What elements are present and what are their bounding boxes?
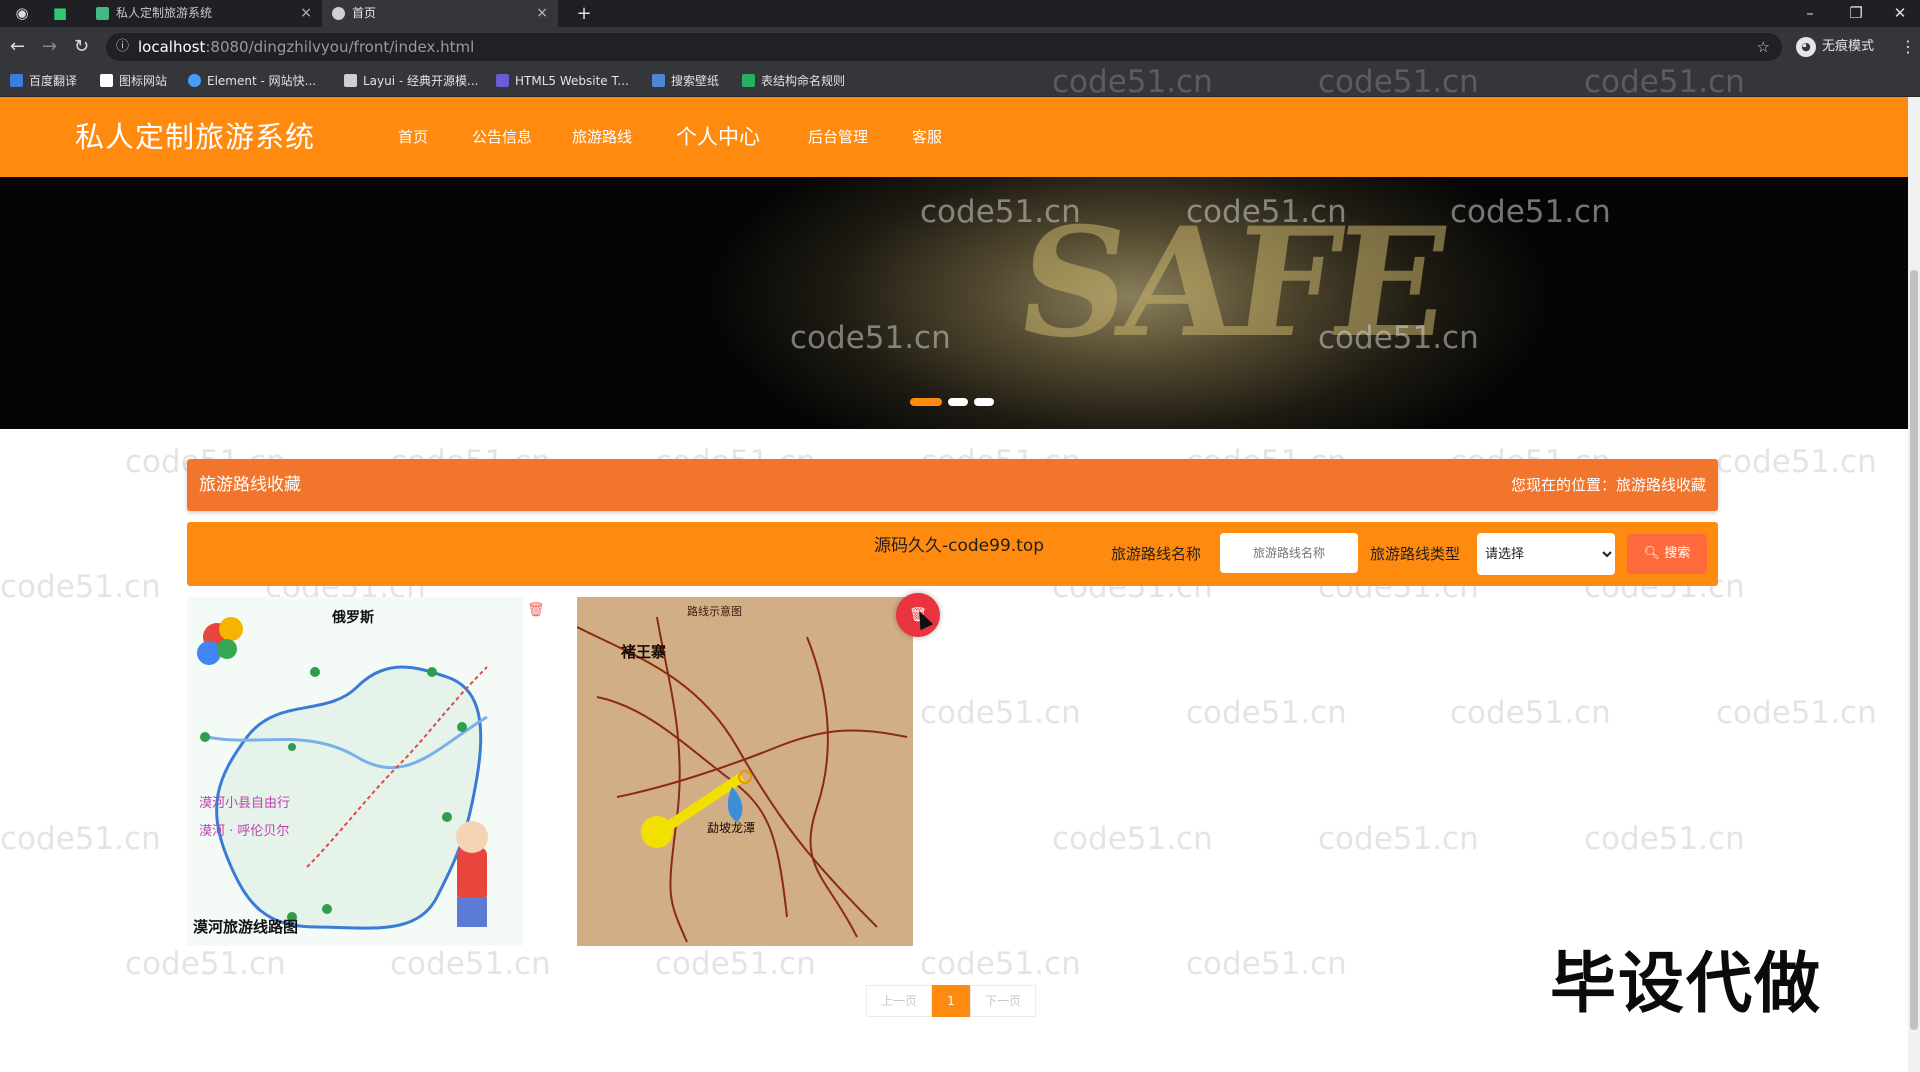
info-icon[interactable]: ⓘ [116,33,129,61]
tab-title: 私人定制旅游系统 [116,6,213,20]
bookmarks-bar: 百度翻译 图标网站 Element - 网站快... Layui - 经典开源模… [0,67,1920,97]
watermark: code51.cn [1186,695,1347,731]
prev-page-button[interactable]: 上一页 [866,985,932,1017]
scrollbar-thumb[interactable] [1910,270,1918,1030]
globe-icon [332,7,345,20]
reload-icon[interactable]: ↻ [74,27,89,67]
overlay-watermark-text: 毕设代做 [1550,945,1822,1022]
nav-announcements[interactable]: 公告信息 [472,97,532,177]
browser-tab-strip: ◉ ■ 私人定制旅游系统 × 首页 × + – ❐ ✕ [0,0,1920,27]
watermark: code51.cn [1318,821,1479,857]
back-icon[interactable]: ← [10,27,25,67]
route-map-image: 俄罗斯 漠河小县自由行 漠河 · 呼伦贝尔 漠河旅游线路图 [187,597,523,946]
route-type-label: 旅游路线类型 [1370,545,1461,563]
browser-menu-icon[interactable]: ◉ [12,0,32,27]
bookmark-baidu-fanyi[interactable]: 百度翻译 [10,67,77,96]
banner-image-text: SAFE [1007,195,1454,371]
breadcrumb[interactable]: 您现在的位置：旅游路线收藏 [1511,459,1706,511]
map-title: 俄罗斯 [331,609,374,626]
translate-icon [10,74,23,87]
map-side-text-2: 漠河 · 呼伦贝尔 [199,824,289,839]
vue-icon [96,7,109,20]
search-button[interactable]: 🔍︎ 搜索 [1627,534,1707,574]
nav-customer-service[interactable]: 客服 [912,97,942,177]
route-type-select[interactable]: 请选择 [1477,533,1615,575]
flag-icon [100,74,113,87]
tab-title: 首页 [352,6,377,20]
minimize-icon[interactable]: – [1800,0,1820,27]
source-ad-text: 源码久久-code99.top [874,536,1045,556]
carousel-dot-1[interactable] [910,398,942,406]
layui-icon [344,74,357,87]
site-title[interactable]: 私人定制旅游系统 [75,97,315,177]
banner-carousel[interactable]: SAFE [0,177,1908,429]
bookmark-html5[interactable]: HTML5 Website T... [496,67,629,96]
bookmark-star-icon[interactable]: ☆ [1757,33,1770,61]
search-icon: 🔍︎ [1643,546,1665,561]
next-page-button[interactable]: 下一页 [970,985,1036,1017]
watermark: code51.cn [390,946,551,982]
carousel-dot-3[interactable] [974,398,994,406]
watermark: code51.cn [0,821,161,857]
nav-personal-center[interactable]: 个人中心 [676,97,760,177]
window-close-icon[interactable]: ✕ [1890,0,1910,27]
bookmark-wallpaper[interactable]: 搜索壁纸 [652,67,719,96]
map-title: 路线示意图 [687,604,742,618]
watermark: code51.cn [125,946,286,982]
carousel-dot-2[interactable] [948,398,968,406]
watermark: code51.cn [1716,444,1877,480]
page-title: 旅游路线收藏 [199,475,301,495]
sheet-icon [742,74,755,87]
nav-admin[interactable]: 后台管理 [808,97,868,177]
close-icon[interactable]: × [300,0,312,27]
url-text: localhost:8080/dingzhilvyou/front/index.… [138,38,475,56]
route-map-image: 路线示意图 褚王寨 勐坡龙潭 [577,597,913,946]
new-tab-icon[interactable]: + [572,0,596,27]
map-caption: 漠河旅游线路图 [193,918,298,936]
search-bar: 源码久久-code99.top 旅游路线名称 旅游路线类型 请选择 🔍︎ 搜索 [187,522,1718,586]
nav-home[interactable]: 首页 [398,97,428,177]
url-field[interactable]: ⓘ localhost:8080/dingzhilvyou/front/inde… [106,33,1782,61]
route-name-label: 旅游路线名称 [1111,545,1202,563]
forward-icon[interactable]: → [42,27,57,67]
route-card-map2[interactable]: 路线示意图 褚王寨 勐坡龙潭 [577,597,913,946]
bookmark-table-naming[interactable]: 表结构命名规则 [742,67,845,96]
delete-icon[interactable]: 🗑︎ [527,602,545,618]
incognito-icon: ◕ [1796,36,1816,57]
watermark: code51.cn [0,569,161,605]
watermark: code51.cn [1186,946,1347,982]
pinned-tab-icon[interactable]: ■ [50,0,70,27]
restore-icon[interactable]: ❐ [1846,0,1866,27]
watermark: code51.cn [1052,821,1213,857]
html5-icon [496,74,509,87]
watermark: code51.cn [1450,695,1611,731]
site-header: 私人定制旅游系统 首页 公告信息 旅游路线 个人中心 后台管理 客服 [0,97,1908,177]
page-title-bar: 旅游路线收藏 您现在的位置：旅游路线收藏 [187,459,1718,511]
bookmark-icon-site[interactable]: 图标网站 [100,67,167,96]
watermark: code51.cn [1716,695,1877,731]
wallpaper-icon [652,74,665,87]
bookmark-layui[interactable]: Layui - 经典开源模... [344,67,478,96]
address-bar: ← → ↻ ⓘ localhost:8080/dingzhilvyou/fron… [0,27,1920,67]
page-1-button[interactable]: 1 [932,985,970,1017]
tab-home[interactable]: 首页 × [322,0,558,27]
close-icon[interactable]: × [536,0,548,27]
bookmark-element[interactable]: Element - 网站快... [188,67,316,96]
nav-routes[interactable]: 旅游路线 [572,97,632,177]
watermark: code51.cn [920,695,1081,731]
more-menu-icon[interactable]: ⋮ [1900,27,1916,67]
watermark: code51.cn [655,946,816,982]
watermark: code51.cn [920,946,1081,982]
tab-system[interactable]: 私人定制旅游系统 × [86,0,322,27]
route-name-input[interactable] [1220,533,1358,573]
map-caption: 褚王寨 [620,643,666,661]
map-side-text-1: 漠河小县自由行 [199,796,290,811]
search-button-label: 搜索 [1664,546,1691,561]
incognito-indicator[interactable]: ◕ 无痕模式 [1796,27,1874,67]
map-place: 勐坡龙潭 [707,821,755,835]
watermark: code51.cn [1584,821,1745,857]
element-icon [188,74,201,87]
route-card-mohe[interactable]: 俄罗斯 漠河小县自由行 漠河 · 呼伦贝尔 漠河旅游线路图 [187,597,523,946]
